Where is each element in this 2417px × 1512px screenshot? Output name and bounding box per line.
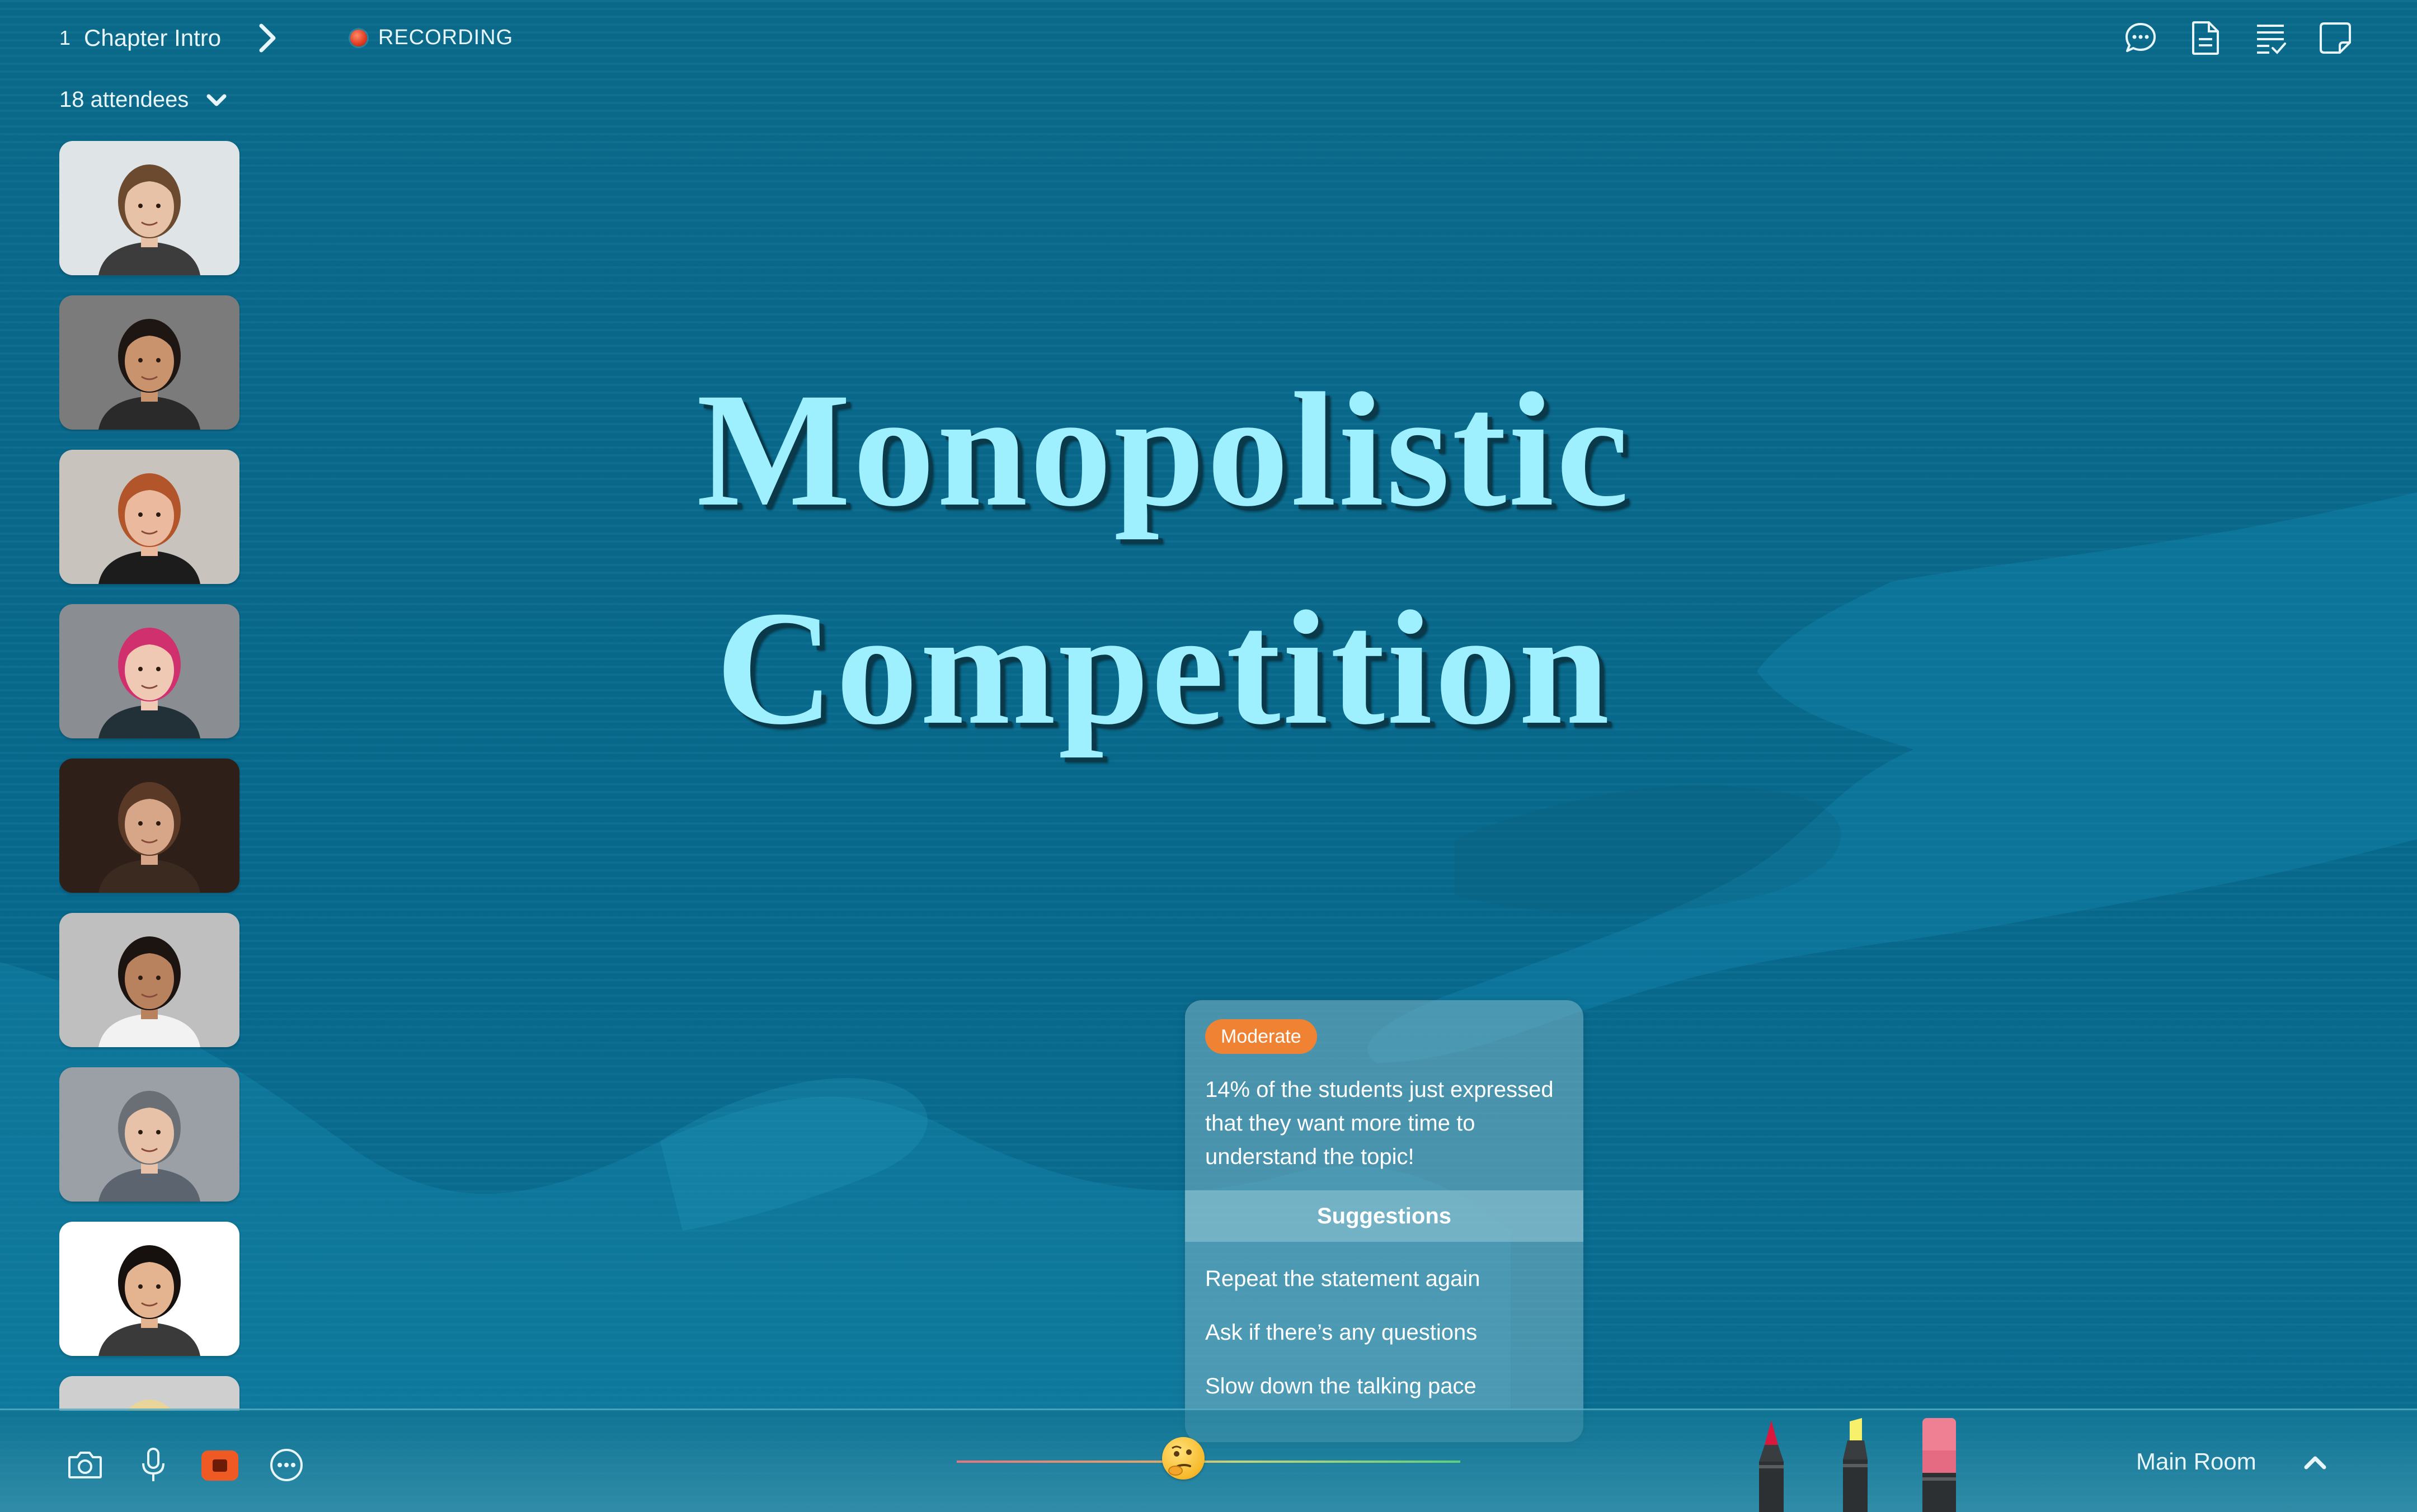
red-pen-tool[interactable] (1749, 1417, 1794, 1512)
participant-avatar (98, 1245, 200, 1356)
suggestion-item[interactable]: Repeat the statement again (1205, 1263, 1480, 1294)
slide-title: Monopolistic Competition (0, 341, 2417, 778)
slide-title-line1: Monopolistic (696, 360, 1631, 540)
stop-recording-button[interactable] (201, 1450, 238, 1481)
recording-label: RECORDING (378, 26, 514, 49)
top-bar: 1 Chapter Intro RECORDING (0, 0, 2417, 78)
chat-bubble-icon[interactable] (2124, 19, 2157, 57)
chapter-number: 1 (59, 26, 71, 49)
participant-avatar (98, 782, 200, 893)
severity-badge: Moderate (1205, 1019, 1317, 1054)
sticky-note-icon[interactable] (2319, 19, 2352, 57)
thinking-face-emoji[interactable] (1162, 1437, 1205, 1480)
pink-eraser-tool[interactable] (1917, 1417, 1962, 1512)
suggestion-item[interactable]: Slow down the talking pace (1205, 1370, 1476, 1402)
participant-avatar (98, 1091, 200, 1202)
room-selector[interactable]: Main Room (2136, 1448, 2256, 1475)
chapter-title: Chapter Intro (84, 25, 222, 51)
document-icon[interactable] (2189, 19, 2222, 57)
chapter-selector[interactable]: 1 Chapter Intro (59, 22, 279, 54)
participant-video-tile[interactable] (59, 759, 239, 893)
participant-avatar (98, 936, 200, 1047)
participant-video-tile[interactable] (59, 913, 239, 1047)
stop-icon (213, 1459, 227, 1472)
more-options-icon[interactable] (269, 1447, 304, 1483)
top-toolbar (2124, 19, 2352, 57)
bottom-toolbar: Main Room (0, 1409, 2417, 1512)
suggestions-heading: Suggestions (1185, 1190, 1583, 1242)
yellow-highlighter-tool[interactable] (1833, 1417, 1878, 1512)
suggestion-item[interactable]: Ask if there’s any questions (1205, 1317, 1477, 1348)
chevron-right-icon[interactable] (257, 22, 279, 54)
slide-title-line2: Competition (716, 578, 1612, 759)
microphone-icon[interactable] (135, 1447, 171, 1483)
attendees-dropdown[interactable]: 18 attendees (59, 87, 228, 112)
mood-slider-track[interactable] (957, 1461, 1460, 1463)
insight-message: 14% of the students just expressed that … (1205, 1077, 1554, 1169)
checklist-icon[interactable] (2254, 19, 2287, 57)
participant-avatar (98, 164, 200, 275)
recording-dot-icon (350, 29, 367, 46)
participant-video-tile[interactable] (59, 1222, 239, 1356)
participant-video-tile[interactable] (59, 141, 239, 275)
participant-video-tile[interactable] (59, 1067, 239, 1202)
camera-icon[interactable] (67, 1447, 103, 1483)
participant-avatar (126, 1400, 172, 1411)
recording-indicator: RECORDING (350, 26, 513, 50)
participant-video-tile[interactable] (59, 1376, 239, 1411)
attendees-count: 18 attendees (59, 87, 189, 112)
chevron-up-icon[interactable] (2303, 1453, 2327, 1472)
engagement-insight-card: Moderate 14% of the students just expres… (1185, 1000, 1583, 1442)
chevron-down-icon (206, 94, 227, 106)
